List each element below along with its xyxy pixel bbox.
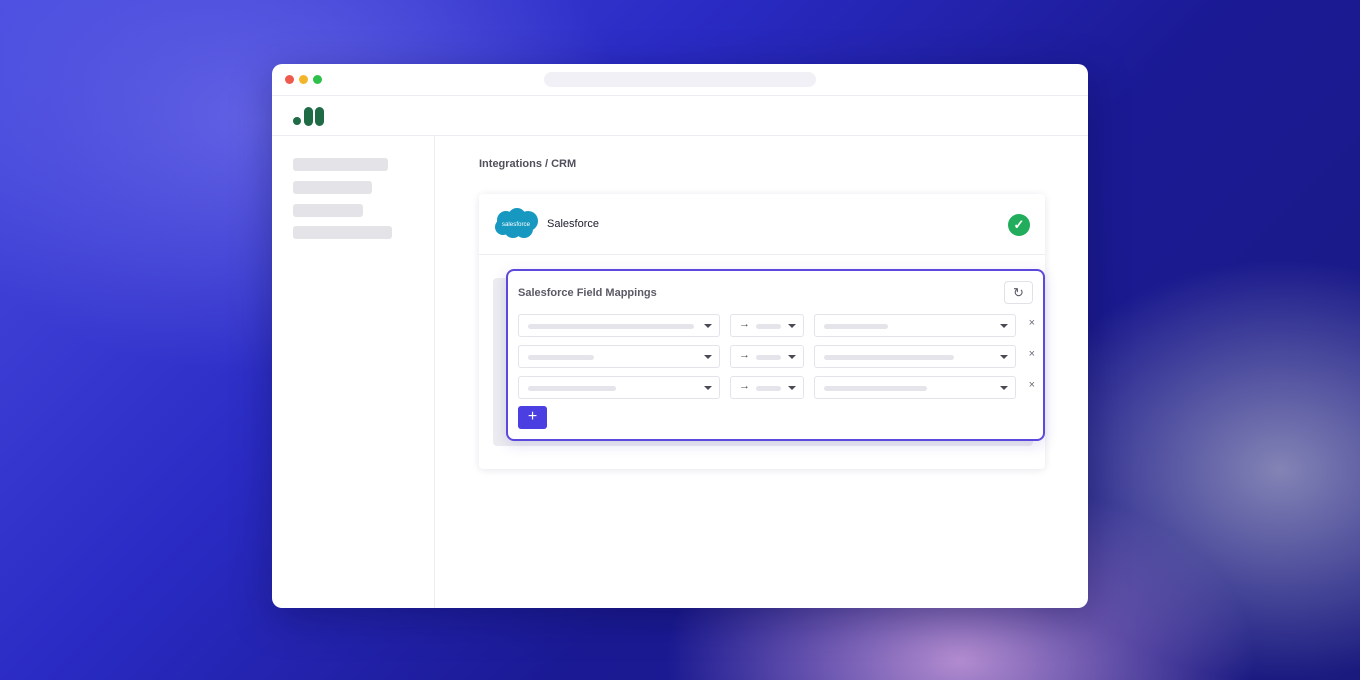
brand-logo-icon[interactable] <box>293 107 327 127</box>
remove-row-button[interactable]: × <box>1029 379 1035 391</box>
minimize-window-button[interactable] <box>299 75 308 84</box>
chevron-down-icon <box>788 386 796 390</box>
mapping-row: → × <box>518 314 1035 337</box>
check-circle-icon: ✓ <box>1008 214 1030 236</box>
source-field-select[interactable] <box>518 314 720 337</box>
sidebar-item-placeholder[interactable] <box>293 204 363 217</box>
chevron-down-icon <box>788 355 796 359</box>
integration-card-header: salesforce Salesforce ✓ <box>479 194 1045 255</box>
source-field-select[interactable] <box>518 376 720 399</box>
remove-row-button[interactable]: × <box>1029 348 1035 360</box>
chevron-down-icon <box>1000 386 1008 390</box>
chevron-down-icon <box>1000 355 1008 359</box>
arrow-right-icon: → <box>739 349 750 361</box>
chevron-down-icon <box>704 386 712 390</box>
title-bar <box>272 64 1088 96</box>
sidebar-item-placeholder[interactable] <box>293 158 388 171</box>
chevron-down-icon <box>788 324 796 328</box>
add-mapping-button[interactable]: + <box>518 406 547 429</box>
arrow-right-icon: → <box>739 318 750 330</box>
breadcrumb: Integrations / CRM <box>479 158 577 170</box>
target-field-select[interactable] <box>814 314 1016 337</box>
target-field-select[interactable] <box>814 376 1016 399</box>
direction-select[interactable]: → <box>730 345 804 368</box>
target-field-select[interactable] <box>814 345 1016 368</box>
field-mappings-title: Salesforce Field Mappings <box>518 287 657 299</box>
refresh-button[interactable]: ↻ <box>1004 281 1033 304</box>
arrow-right-icon: → <box>739 380 750 392</box>
direction-select[interactable]: → <box>730 376 804 399</box>
salesforce-logo-icon: salesforce <box>495 208 538 238</box>
maximize-window-button[interactable] <box>313 75 322 84</box>
app-header <box>272 96 1088 136</box>
field-mappings-panel: Salesforce Field Mappings ↻ → × → × → × … <box>506 269 1045 441</box>
direction-select[interactable]: → <box>730 314 804 337</box>
sidebar-item-placeholder[interactable] <box>293 226 392 239</box>
remove-row-button[interactable]: × <box>1029 317 1035 329</box>
chevron-down-icon <box>704 324 712 328</box>
source-field-select[interactable] <box>518 345 720 368</box>
salesforce-logo-text: salesforce <box>502 221 531 228</box>
chevron-down-icon <box>1000 324 1008 328</box>
sidebar-item-placeholder[interactable] <box>293 181 372 194</box>
chevron-down-icon <box>704 355 712 359</box>
address-bar[interactable] <box>544 72 816 87</box>
sidebar <box>272 136 435 608</box>
integration-name: Salesforce <box>547 218 599 230</box>
close-window-button[interactable] <box>285 75 294 84</box>
main-content: Integrations / CRM salesforce Salesforce… <box>435 136 1088 608</box>
integration-card: salesforce Salesforce ✓ Salesforce Field… <box>479 194 1045 469</box>
browser-window: Integrations / CRM salesforce Salesforce… <box>272 64 1088 608</box>
mapping-row: → × <box>518 376 1035 399</box>
plus-icon: + <box>527 408 538 425</box>
mapping-row: → × <box>518 345 1035 368</box>
refresh-icon: ↻ <box>1013 285 1024 300</box>
